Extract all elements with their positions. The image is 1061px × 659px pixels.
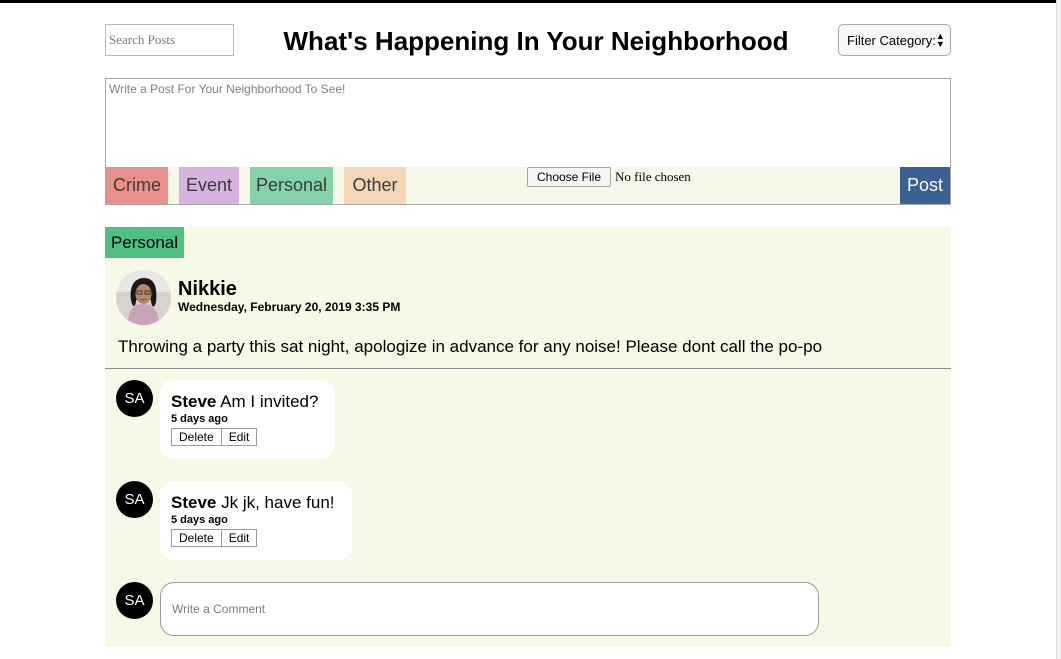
post-divider: [105, 368, 951, 369]
category-button-crime[interactable]: Crime: [106, 167, 168, 204]
category-button-event[interactable]: Event: [179, 167, 239, 204]
comment-author: Steve: [171, 392, 217, 411]
comment-actions: Delete Edit: [171, 529, 258, 547]
post-category-badge: Personal: [105, 227, 184, 258]
author-avatar: [116, 270, 171, 325]
page-title: What's Happening In Your Neighborhood: [283, 26, 789, 56]
post-body: Throwing a party this sat night, apologi…: [118, 337, 823, 356]
category-button-other[interactable]: Other: [344, 167, 406, 204]
comment-input[interactable]: [160, 582, 819, 636]
edit-comment-button[interactable]: Edit: [221, 529, 258, 547]
comment-bubble: Steve Am I invited? 5 days ago Delete Ed…: [160, 380, 335, 459]
comment-actions: Delete Edit: [171, 428, 258, 446]
comment-author: Steve: [171, 493, 217, 512]
top-border: [0, 0, 1056, 3]
comment-text: Steve Jk jk, have fun!: [171, 492, 335, 513]
category-button-personal[interactable]: Personal: [250, 167, 333, 204]
filter-category-select[interactable]: Filter Category: ▲ ▼: [838, 24, 951, 56]
post-date: Wednesday, February 20, 2019 3:35 PM: [178, 300, 401, 314]
post-button[interactable]: Post: [900, 167, 950, 204]
delete-comment-button[interactable]: Delete: [171, 428, 222, 446]
comment-time: 5 days ago: [171, 514, 228, 526]
comment-bubble: Steve Jk jk, have fun! 5 days ago Delete…: [160, 481, 352, 560]
post-textarea[interactable]: [106, 79, 950, 167]
comment-time: 5 days ago: [171, 413, 228, 425]
comment-message: Am I invited?: [220, 392, 319, 411]
choose-file-button[interactable]: Choose File: [527, 167, 611, 187]
comment-message: Jk jk, have fun!: [221, 493, 335, 512]
comment-avatar: SA: [116, 481, 153, 518]
edit-comment-button[interactable]: Edit: [221, 428, 258, 446]
search-input[interactable]: [105, 24, 234, 56]
select-arrows-icon: ▲ ▼: [935, 31, 945, 49]
filter-category-label: Filter Category:: [847, 32, 936, 48]
post-composer: Crime Event Personal Other Choose File N…: [105, 78, 951, 205]
scrollbar[interactable]: [1056, 0, 1061, 659]
comment-text: Steve Am I invited?: [171, 391, 318, 412]
delete-comment-button[interactable]: Delete: [171, 529, 222, 547]
author-name: Nikkie: [178, 278, 237, 300]
new-comment-avatar: SA: [116, 582, 153, 619]
comment-avatar: SA: [116, 380, 153, 417]
composer-toolbar: Crime Event Personal Other Choose File N…: [106, 167, 950, 204]
file-status: No file chosen: [615, 169, 691, 184]
post-card: Personal Nikkie Wednesday, February 20, …: [105, 227, 951, 647]
profile-photo-icon: [116, 270, 171, 325]
